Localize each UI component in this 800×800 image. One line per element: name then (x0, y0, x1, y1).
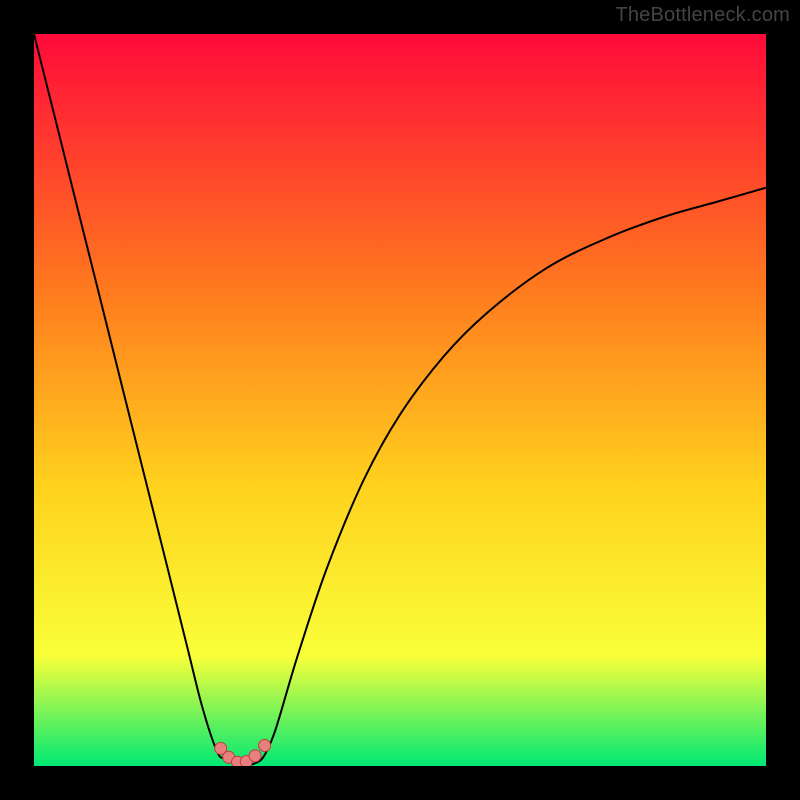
gradient-background (34, 34, 766, 766)
watermark-text: TheBottleneck.com (615, 4, 790, 27)
plot-svg (34, 34, 766, 766)
turning-point-marker (259, 740, 271, 752)
chart-frame: TheBottleneck.com (0, 0, 800, 800)
turning-point-marker (249, 750, 261, 762)
plot-area (34, 34, 766, 766)
